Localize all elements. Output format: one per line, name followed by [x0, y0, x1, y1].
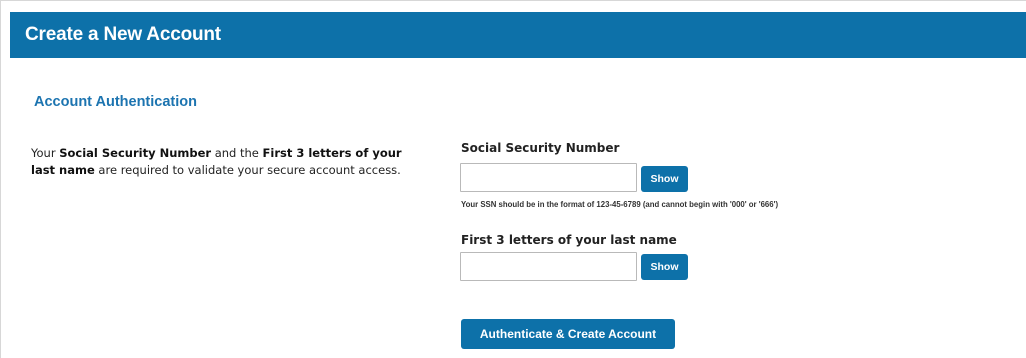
ssn-format-hint: Your SSN should be in the format of 123-…: [461, 200, 779, 209]
intro-ssn-emphasis: Social Security Number: [59, 146, 212, 160]
ssn-label: Social Security Number: [461, 141, 620, 155]
authenticate-create-account-button[interactable]: Authenticate & Create Account: [461, 319, 675, 349]
page-title: Create a New Account: [25, 24, 221, 45]
create-account-page: Create a New Account Account Authenticat…: [0, 0, 1026, 358]
intro-text: Your Social Security Number and the Firs…: [31, 145, 411, 179]
page-header: Create a New Account: [10, 12, 1026, 58]
ssn-show-button[interactable]: Show: [641, 166, 688, 192]
intro-text-part: are required to validate your secure acc…: [94, 163, 401, 177]
last-name-input[interactable]: [460, 252, 637, 281]
last-name-show-button[interactable]: Show: [641, 254, 688, 280]
intro-text-part: Your: [31, 146, 60, 160]
last-name-label: First 3 letters of your last name: [461, 233, 677, 247]
section-title: Account Authentication: [34, 94, 197, 110]
intro-text-part: and the: [211, 146, 263, 160]
ssn-input[interactable]: [460, 163, 637, 192]
